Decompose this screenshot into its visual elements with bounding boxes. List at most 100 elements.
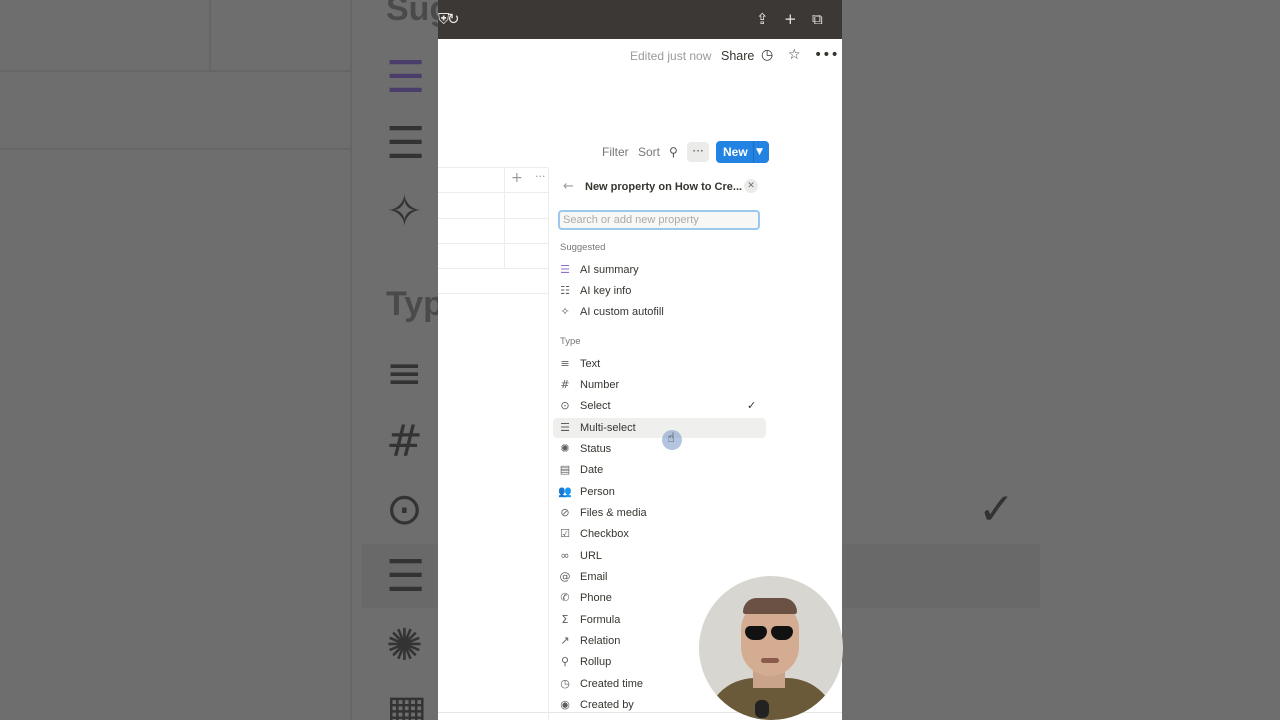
sigma-icon: Σ (561, 613, 569, 626)
new-button[interactable]: New ▼ (716, 141, 769, 163)
edited-status: Edited just now (630, 49, 712, 63)
sunglasses-icon (771, 626, 793, 640)
tabs-icon[interactable]: ⧉ (812, 9, 823, 29)
number-icon: # (560, 378, 570, 391)
person-icon: 👥 (558, 485, 572, 498)
select-icon: ⊙ (560, 399, 570, 412)
menu-item-label: Files & media (580, 507, 647, 519)
table-row-border (438, 192, 548, 193)
ai-summary-icon: ☰ (560, 263, 570, 276)
menu-item-email[interactable]: @ Email (553, 567, 766, 587)
menu-item-label: Created time (580, 678, 643, 690)
new-tab-icon[interactable]: + (784, 9, 797, 29)
menu-item-files-media[interactable]: ⊘ Files & media (553, 503, 766, 523)
menu-item-number[interactable]: # Number (553, 375, 766, 395)
backdrop-heading-type: Typ (386, 285, 444, 323)
backdrop-list-icon: ☰ (386, 118, 426, 169)
menu-item-label: Number (580, 379, 620, 391)
menu-item-multi-select[interactable]: ☰ Multi-select (553, 418, 766, 438)
close-icon[interactable]: ✕ (744, 179, 758, 193)
backdrop-ai-summary-icon: ☰ (386, 52, 426, 103)
backdrop-number-icon: # (386, 416, 423, 467)
webcam-person-hair (743, 598, 797, 614)
backdrop-divider (0, 70, 350, 72)
table-header-border (438, 167, 548, 168)
reload-icon[interactable]: ↻ (447, 9, 460, 29)
back-arrow-icon[interactable]: ← (563, 178, 574, 196)
microphone-icon (755, 700, 769, 718)
share-icon[interactable]: ⇪ (756, 9, 769, 29)
ai-autofill-icon: ✧ (560, 305, 570, 318)
property-search-input[interactable] (560, 212, 758, 228)
menu-item-label: Text (580, 358, 601, 370)
sunglasses-icon (745, 626, 767, 640)
menu-item-url[interactable]: ∞ URL (553, 546, 766, 566)
menu-item-label: Multi-select (580, 422, 636, 434)
search-icon[interactable]: ⚲ (669, 142, 678, 162)
menu-item-label: Status (580, 443, 612, 455)
menu-item-ai-key-info[interactable]: ☷ AI key info (553, 281, 766, 301)
history-clock-icon[interactable]: ◷ (761, 45, 773, 65)
clock-icon: ◷ (560, 677, 570, 690)
menu-item-label: AI key info (580, 285, 632, 297)
property-search-field[interactable] (558, 210, 760, 230)
new-button-divider (753, 141, 754, 163)
type-heading: Type (560, 336, 581, 347)
backdrop-divider (0, 148, 350, 150)
table-row-border (438, 218, 548, 219)
menu-item-label: Relation (580, 635, 621, 647)
database-more-button[interactable]: ··· (687, 142, 709, 162)
menu-item-label: URL (580, 550, 603, 562)
filter-button[interactable]: Filter (602, 142, 629, 162)
webcam-person-mouth (761, 658, 779, 663)
menu-item-text[interactable]: ≡ Text (553, 354, 766, 374)
menu-item-ai-summary[interactable]: ☰ AI summary (553, 260, 766, 280)
checkmark-icon: ✓ (747, 399, 757, 412)
table-row-border (438, 243, 548, 244)
backdrop-divider (350, 0, 352, 720)
menu-item-date[interactable]: ▤ Date (553, 460, 766, 480)
menu-item-label: Phone (580, 592, 612, 604)
arrow-up-right-icon: ↗ (560, 634, 570, 647)
table-more-icon[interactable]: ··· (535, 170, 546, 183)
new-button-label: New (723, 145, 748, 159)
search-icon: ⚲ (560, 655, 570, 668)
menu-item-label: AI summary (580, 264, 639, 276)
table-row-border (438, 268, 548, 269)
more-options-icon[interactable]: ••• (814, 45, 839, 65)
multi-select-icon: ☰ (560, 421, 570, 434)
menu-item-person[interactable]: 👥 Person (553, 482, 766, 502)
browser-top-bar: ⛨ ↻ ⇪ + ⧉ (438, 0, 842, 39)
hand-cursor-icon: ☝ (667, 431, 675, 446)
ai-key-info-icon: ☷ (560, 284, 570, 297)
menu-item-status[interactable]: ✺ Status (553, 439, 766, 459)
menu-item-select[interactable]: ⊙ Select ✓ (553, 396, 766, 416)
link-icon: ∞ (560, 549, 570, 562)
menu-item-label: Select (580, 400, 611, 412)
backdrop-sparkle-icon: ✧ (386, 186, 423, 237)
menu-item-label: AI custom autofill (580, 306, 664, 318)
backdrop-multi-select-icon: ☰ (386, 551, 426, 602)
backdrop-date-icon: ▦ (386, 686, 428, 720)
menu-item-label: Email (580, 571, 608, 583)
text-icon: ≡ (560, 357, 570, 370)
backdrop-select-icon: ⊙ (386, 484, 423, 535)
menu-item-label: Checkbox (580, 528, 629, 540)
add-column-icon[interactable]: + (511, 170, 523, 186)
menu-item-ai-custom-autofill[interactable]: ✧ AI custom autofill (553, 302, 766, 322)
table-column-border (504, 167, 505, 268)
favorite-star-icon[interactable]: ☆ (788, 45, 801, 65)
menu-title: New property on How to Cre... (585, 181, 743, 193)
suggested-heading: Suggested (560, 242, 606, 253)
checkbox-icon: ☑ (560, 527, 570, 540)
chevron-down-icon[interactable]: ▼ (756, 141, 763, 163)
at-icon: @ (559, 570, 571, 583)
share-button[interactable]: Share (721, 46, 754, 66)
menu-item-checkbox[interactable]: ☑ Checkbox (553, 524, 766, 544)
menu-item-label: Date (580, 464, 604, 476)
date-icon: ▤ (559, 463, 571, 476)
webcam-overlay (699, 576, 843, 720)
backdrop-text-icon: ≡ (386, 348, 423, 399)
table-row-border (438, 293, 548, 294)
sort-button[interactable]: Sort (638, 142, 660, 162)
